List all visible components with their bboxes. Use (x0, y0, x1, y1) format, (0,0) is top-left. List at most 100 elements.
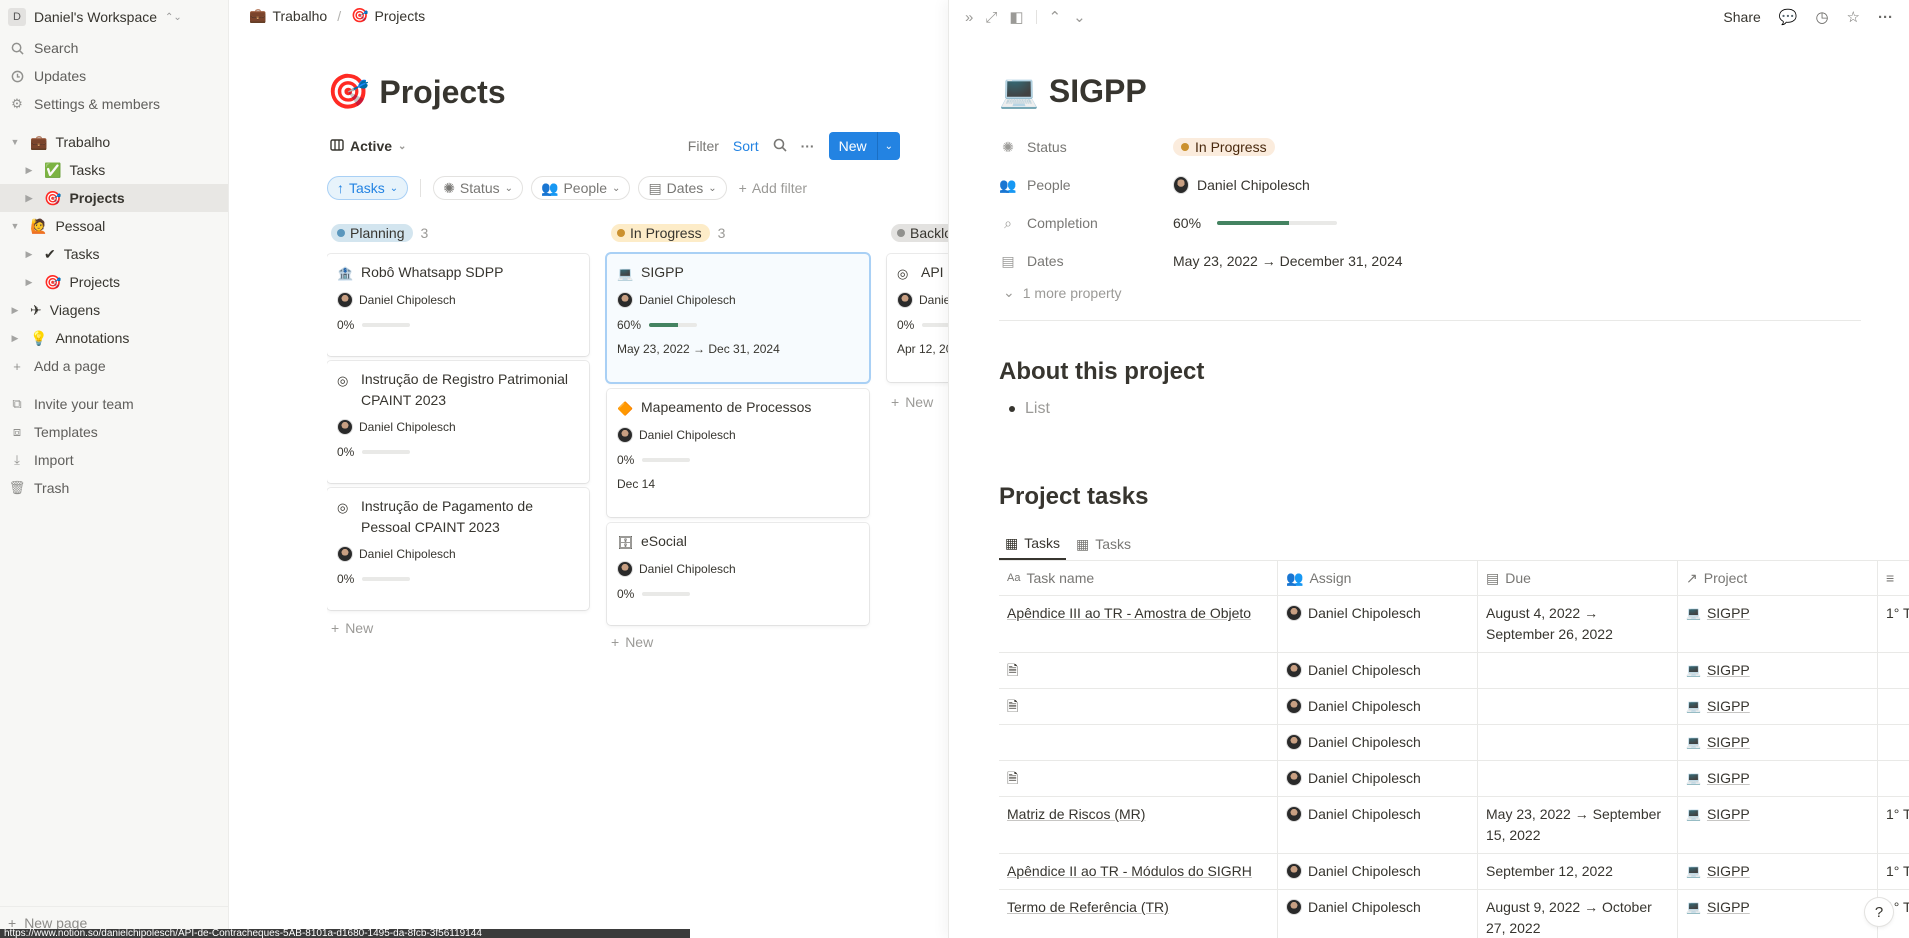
tab-tasks-2[interactable]: ▦ Tasks (1070, 528, 1137, 560)
laptop-icon[interactable]: 💻 (999, 72, 1039, 110)
arrow-up-icon[interactable]: ⌃ (1049, 8, 1062, 26)
expand-icon[interactable]: ⤢ (985, 9, 997, 26)
panel-layout-icon[interactable]: ◧ (1009, 8, 1023, 26)
sidebar-item-projects[interactable]: ▶ 🎯 Projects (0, 184, 228, 212)
sidebar-item-search[interactable]: Search (0, 34, 228, 62)
cell-project[interactable]: 💻 SIGPP (1678, 890, 1878, 938)
tasks-heading[interactable]: Project tasks (999, 483, 1148, 511)
cell-task-name[interactable]: 🗎 (999, 761, 1278, 796)
chevron-right-icon[interactable]: ▶ (8, 303, 22, 317)
property-status[interactable]: ✺ Status In Progress (999, 128, 1859, 166)
sidebar-item-updates[interactable]: Updates (0, 62, 228, 90)
cell-due[interactable]: August 4, 2022 → September 26, 2022 (1478, 596, 1678, 652)
board-card[interactable]: ◎ Instrução de Registro Patrimonial CPAIN… (327, 361, 589, 483)
table-row[interactable]: 🗎 Daniel Chipolesch 💻 SIGPP (999, 761, 1909, 797)
property-completion[interactable]: ⌕ Completion 60% (999, 204, 1859, 242)
sidebar-item-pessoal-projects[interactable]: ▶ 🎯 Projects (0, 268, 228, 296)
sidebar-item-annotations[interactable]: ▶ 💡 Annotations (0, 324, 228, 352)
status-badge[interactable]: In Progress (1173, 138, 1275, 156)
cell-project[interactable]: 💻 SIGPP (1678, 797, 1878, 853)
column-header-project[interactable]: ↗ Project (1678, 561, 1878, 595)
more-icon[interactable]: ··· (801, 138, 815, 154)
column-header[interactable]: Backlog (891, 222, 949, 244)
search-icon[interactable] (773, 138, 787, 155)
project-link[interactable]: SIGPP (1707, 732, 1750, 753)
arrow-down-icon[interactable]: ⌄ (1073, 8, 1086, 26)
chevron-down-icon[interactable]: ▼ (8, 135, 22, 149)
cell-due[interactable] (1478, 653, 1678, 688)
task-name[interactable]: Matriz de Riscos (MR) (1007, 804, 1145, 825)
chevron-right-icon[interactable]: ▶ (22, 247, 36, 261)
chevron-down-icon[interactable]: ⌄ (876, 132, 900, 160)
trash-button[interactable]: 🗑 Trash (0, 474, 228, 502)
column-header[interactable]: In Progress 3 (611, 222, 869, 244)
peek-title-text[interactable]: SIGPP (1049, 73, 1147, 110)
sidebar-item-pessoal-tasks[interactable]: ▶ ✔ Tasks (0, 240, 228, 268)
table-row[interactable]: Matriz de Riscos (MR) Daniel Chipolesch Ma… (999, 797, 1909, 854)
chevron-right-icon[interactable]: ▶ (22, 163, 36, 177)
star-icon[interactable]: ☆ (1847, 8, 1860, 26)
history-icon[interactable]: ◷ (1815, 8, 1828, 26)
cell-task-name[interactable]: Apêndice II ao TR - Módulos do SIGRH (999, 854, 1278, 889)
tasks-sort-chip[interactable]: ↑ Tasks ⌄ (327, 176, 409, 200)
templates-button[interactable]: ⧈ Templates (0, 418, 228, 446)
view-selector[interactable]: Active ⌄ (330, 138, 406, 155)
more-icon[interactable]: ··· (1878, 9, 1893, 26)
chevron-right-icon[interactable]: ▶ (22, 275, 36, 289)
cell-task-name[interactable] (999, 725, 1278, 760)
chevron-right-icon[interactable]: ▶ (22, 191, 36, 205)
status-filter-chip[interactable]: ✺ Status ⌄ (433, 176, 524, 200)
board-card[interactable]: 🗄 eSocial Daniel Chipolesch 0% (607, 523, 869, 625)
cell-due[interactable]: August 9, 2022 → October 27, 2022 (1478, 890, 1678, 938)
cell-due[interactable]: May 23, 2022 → September 15, 2022 (1478, 797, 1678, 853)
cell-task-name[interactable]: 🗎 (999, 689, 1278, 724)
cell-assign[interactable]: Daniel Chipolesch (1278, 653, 1478, 688)
column-header-task-name[interactable]: Aa Task name (999, 561, 1278, 595)
new-button[interactable]: New ⌄ (828, 132, 900, 160)
project-link[interactable]: SIGPP (1707, 768, 1750, 789)
cell-assign[interactable]: Daniel Chipolesch (1278, 890, 1478, 938)
add-page-button[interactable]: + Add a page (0, 352, 228, 380)
table-row[interactable]: Termo de Referência (TR) Daniel Chipolesc… (999, 890, 1909, 938)
sidebar-item-tasks[interactable]: ▶ ✅ Tasks (0, 156, 228, 184)
cell-assign[interactable]: Daniel Chipolesch (1278, 797, 1478, 853)
cell-due[interactable] (1478, 725, 1678, 760)
cell-project[interactable]: 💻 SIGPP (1678, 689, 1878, 724)
project-link[interactable]: SIGPP (1707, 861, 1750, 882)
column-new-button[interactable]: + New (611, 634, 653, 650)
column-header-assign[interactable]: 👥 Assign (1278, 561, 1478, 595)
column-header[interactable]: Planning 3 (331, 222, 589, 244)
task-name[interactable]: Apêndice II ao TR - Módulos do SIGRH (1007, 861, 1252, 882)
page-title-text[interactable]: Projects (379, 74, 505, 111)
cell-due[interactable] (1478, 761, 1678, 796)
invite-team-button[interactable]: ⧉ Invite your team (0, 390, 228, 418)
cell-due[interactable]: September 12, 2022 (1478, 854, 1678, 889)
sidebar-item-trabalho[interactable]: ▼ 💼 Trabalho (0, 128, 228, 156)
cell-project[interactable]: 💻 SIGPP (1678, 653, 1878, 688)
project-link[interactable]: SIGPP (1707, 804, 1750, 825)
breadcrumb-current[interactable]: Projects (375, 8, 426, 24)
column-new-button[interactable]: + New (891, 394, 933, 410)
tab-tasks-1[interactable]: ▦ Tasks (999, 528, 1067, 560)
cell-assign[interactable]: Daniel Chipolesch (1278, 854, 1478, 889)
sort-button[interactable]: Sort (733, 138, 759, 154)
cell-assign[interactable]: Daniel Chipolesch (1278, 596, 1478, 652)
new-button-label[interactable]: New (828, 132, 877, 160)
people-filter-chip[interactable]: 👥 People ⌄ (531, 176, 631, 200)
import-button[interactable]: ⤓ Import (0, 446, 228, 474)
column-header-extra[interactable]: ≡ (1878, 561, 1909, 595)
board-card-selected[interactable]: 💻 SIGPP Daniel Chipolesch 60% May 23, 202… (607, 254, 869, 382)
table-row[interactable]: Apêndice III ao TR - Amostra de Objeto Da… (999, 596, 1909, 653)
board-card[interactable]: 🏦 Robô Whatsapp SDPP Daniel Chipolesch 0% (327, 254, 589, 356)
board-card[interactable]: 🔶 Mapeamento de Processos Daniel Chipoles… (607, 389, 869, 517)
chevron-right-icon[interactable]: ▶ (8, 331, 22, 345)
bullet-list-item[interactable]: List (1009, 400, 1050, 418)
share-button[interactable]: Share (1723, 9, 1760, 25)
cell-assign[interactable]: Daniel Chipolesch (1278, 725, 1478, 760)
cell-task-name[interactable]: Termo de Referência (TR) (999, 890, 1278, 938)
cell-project[interactable]: 💻 SIGPP (1678, 596, 1878, 652)
table-row[interactable]: Apêndice II ao TR - Módulos do SIGRH Dani… (999, 854, 1909, 890)
cell-project[interactable]: 💻 SIGPP (1678, 854, 1878, 889)
cell-task-name[interactable]: Apêndice III ao TR - Amostra de Objeto (999, 596, 1278, 652)
dates-filter-chip[interactable]: ▤ Dates ⌄ (638, 176, 727, 200)
